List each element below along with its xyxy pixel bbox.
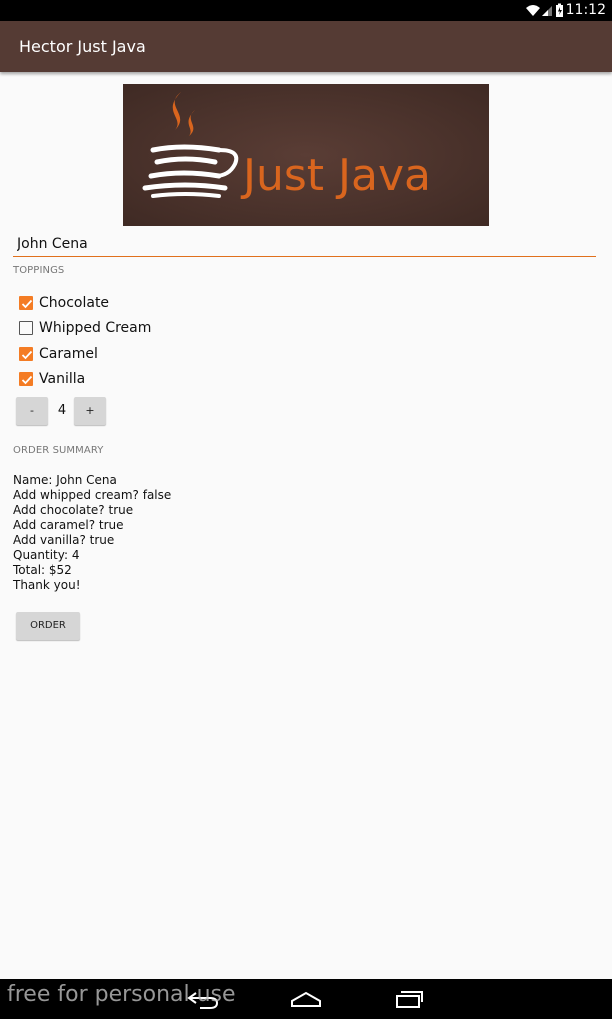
decrement-button[interactable]: - — [16, 397, 48, 425]
name-input[interactable] — [13, 232, 596, 257]
just-java-logo: Just Java — [123, 84, 489, 226]
topping-label: Vanilla — [39, 371, 86, 387]
status-bar: 11:12 — [0, 0, 612, 21]
order-summary: Name: John Cena Add whipped cream? false… — [13, 473, 171, 593]
cell-signal-icon — [542, 6, 552, 16]
checkbox-checked-icon[interactable] — [19, 372, 33, 386]
topping-whipped-cream[interactable]: Whipped Cream — [19, 318, 151, 338]
recents-icon[interactable] — [394, 989, 424, 1009]
order-summary-header: ORDER SUMMARY — [13, 445, 104, 456]
quantity-value: 4 — [57, 403, 67, 418]
battery-icon — [556, 3, 563, 17]
topping-caramel[interactable]: Caramel — [19, 344, 98, 364]
topping-label: Whipped Cream — [39, 320, 152, 336]
increment-button[interactable]: + — [74, 397, 106, 425]
status-icons — [526, 3, 563, 17]
topping-chocolate[interactable]: Chocolate — [19, 293, 109, 313]
checkbox-unchecked-icon[interactable] — [19, 321, 33, 335]
summary-line: Thank you! — [13, 578, 81, 592]
summary-line: Add chocolate? true — [13, 503, 134, 517]
watermark: free for personal use — [7, 982, 236, 1007]
app-bar: Hector Just Java — [0, 21, 612, 72]
topping-label: Chocolate — [39, 295, 110, 311]
summary-line: Quantity: 4 — [13, 548, 80, 562]
app-title: Hector Just Java — [19, 37, 146, 56]
summary-line: Total: $52 — [13, 563, 72, 577]
topping-vanilla[interactable]: Vanilla — [19, 369, 85, 389]
logo-text: Just Java — [240, 150, 431, 201]
home-icon[interactable] — [290, 989, 322, 1009]
topping-label: Caramel — [39, 346, 98, 362]
summary-line: Add whipped cream? false — [13, 488, 172, 502]
wifi-icon — [526, 5, 540, 16]
summary-line: Add vanilla? true — [13, 533, 115, 547]
toppings-header: TOPPINGS — [13, 265, 65, 276]
order-button[interactable]: ORDER — [16, 612, 80, 640]
status-time: 11:12 — [565, 2, 606, 18]
summary-line: Name: John Cena — [13, 473, 117, 487]
summary-line: Add caramel? true — [13, 518, 124, 532]
checkbox-checked-icon[interactable] — [19, 296, 33, 310]
checkbox-checked-icon[interactable] — [19, 347, 33, 361]
